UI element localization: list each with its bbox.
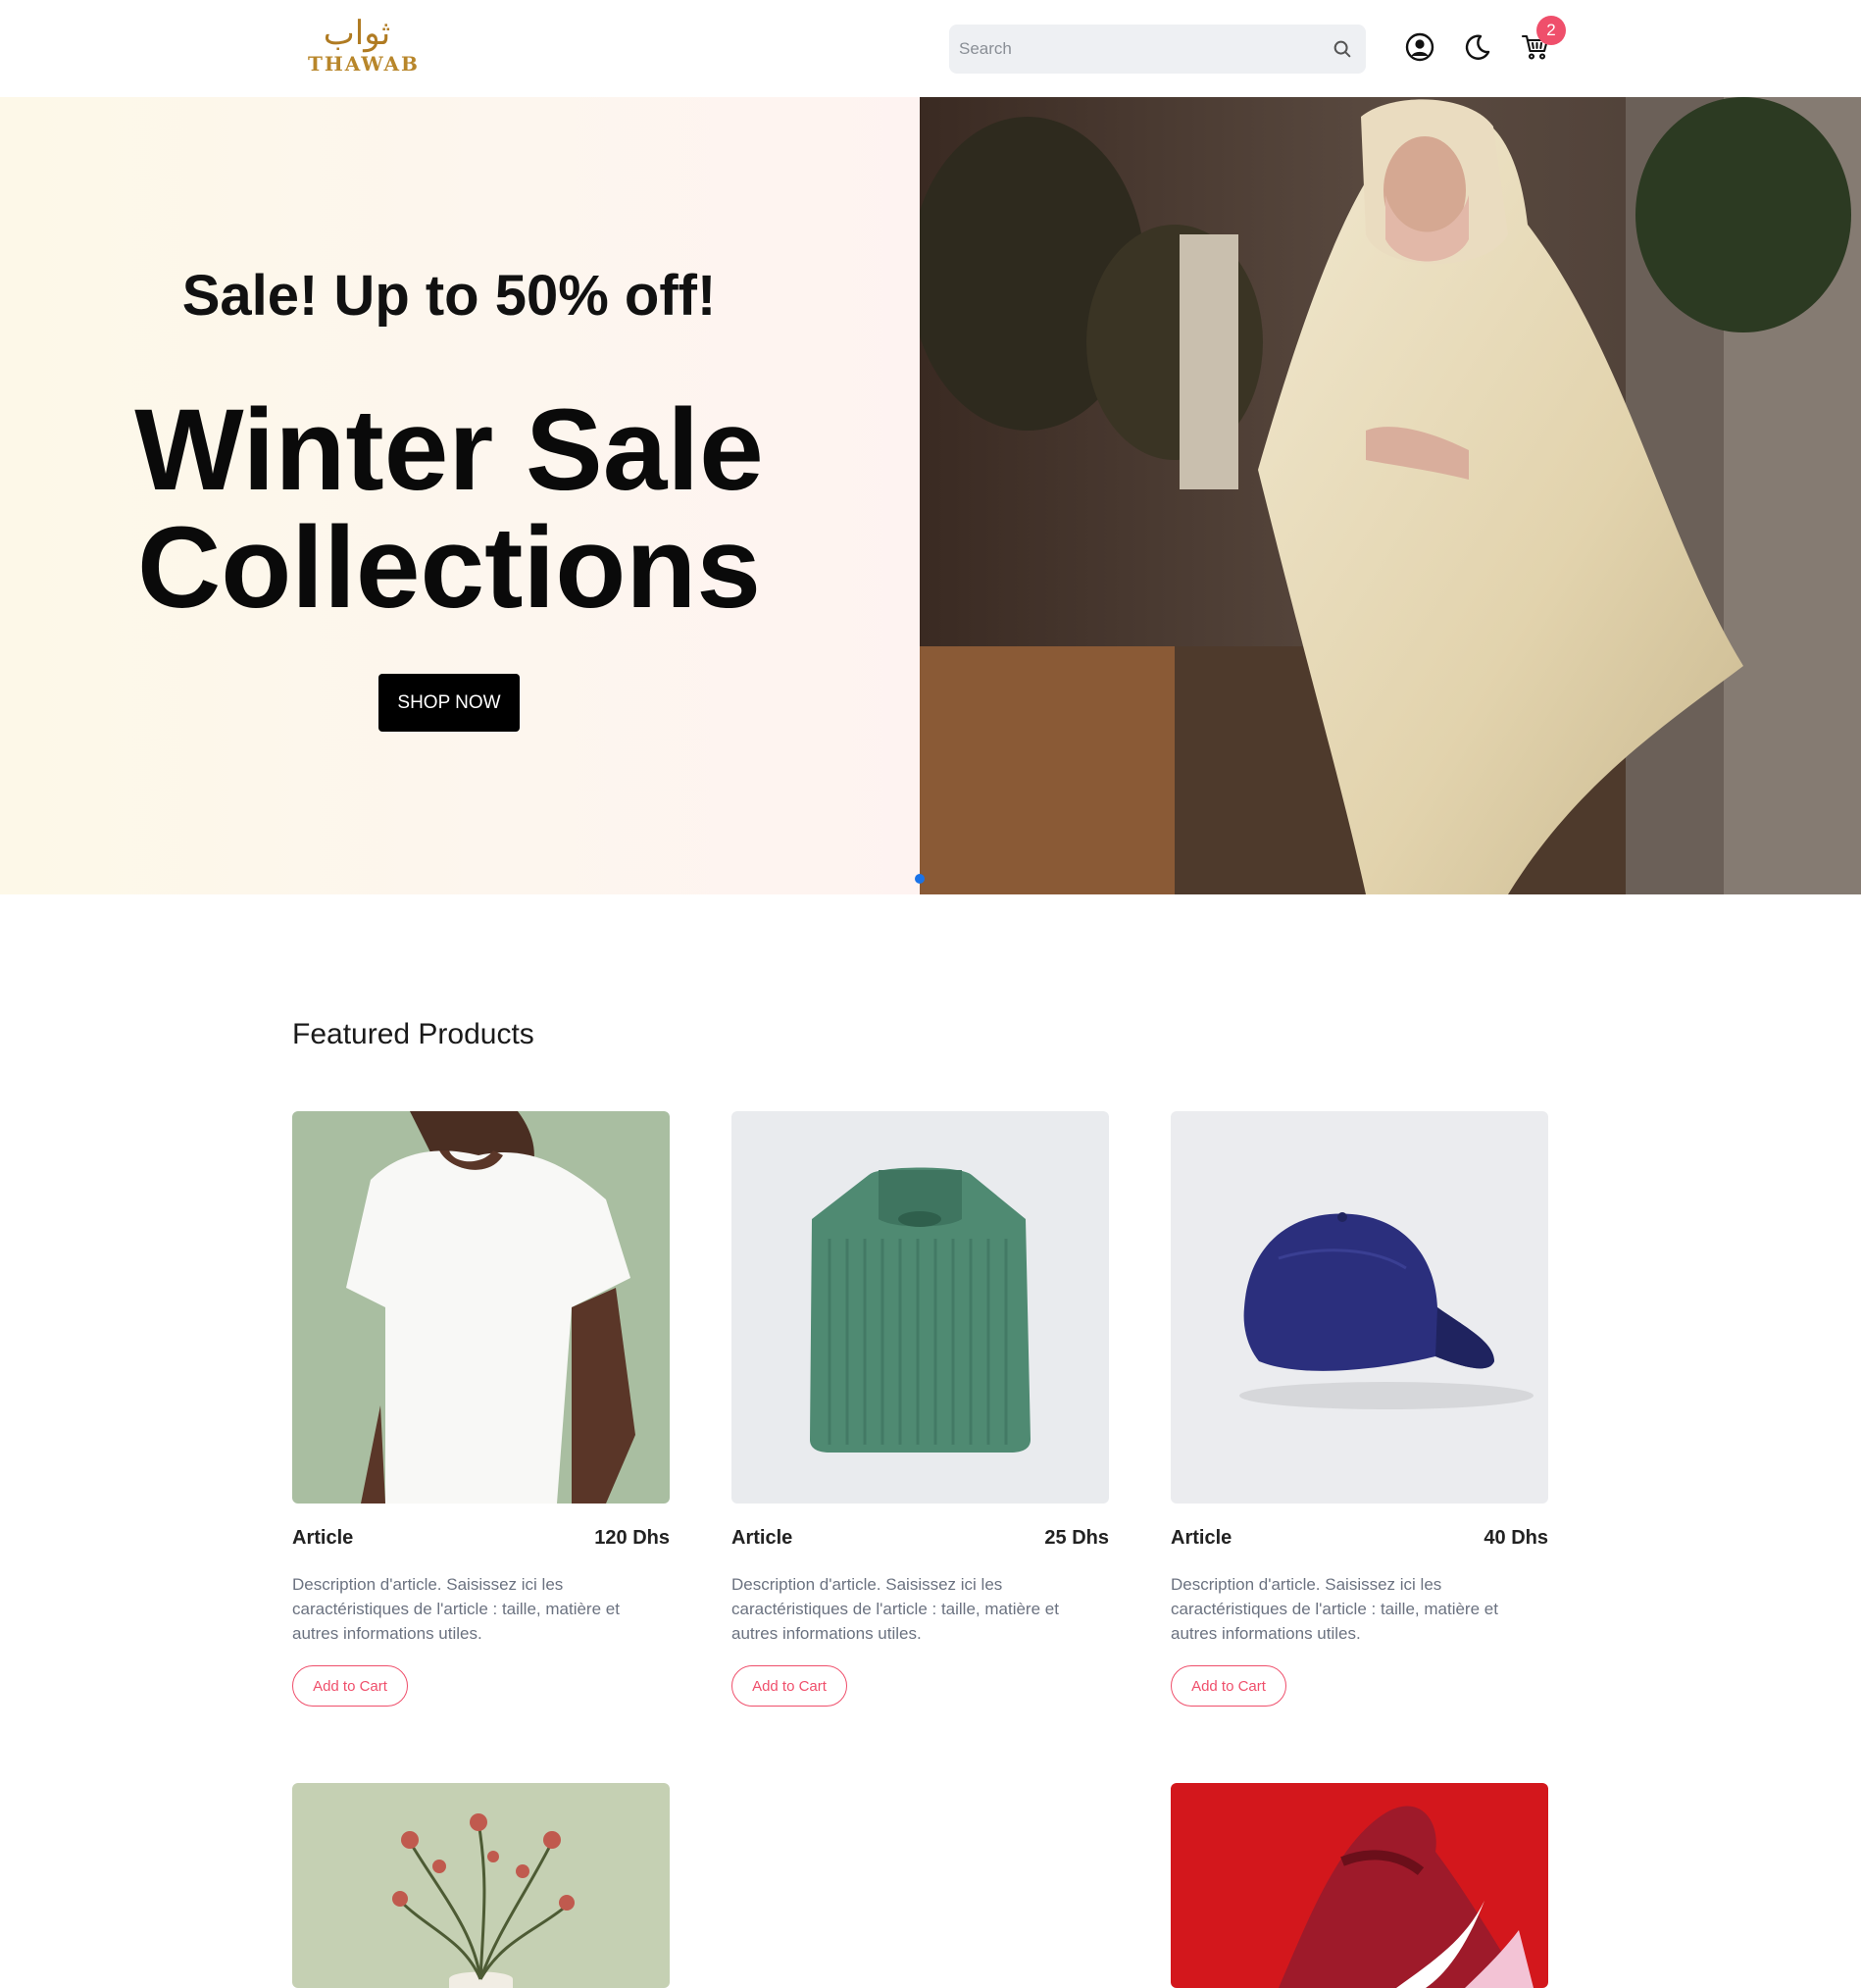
logo-arabic-text: ثواب xyxy=(323,14,391,53)
product-name: Article xyxy=(292,1527,354,1549)
dark-mode-toggle[interactable] xyxy=(1460,29,1495,65)
search-bar xyxy=(949,25,1366,74)
cart-count-badge: 2 xyxy=(1536,16,1566,45)
product-card[interactable]: Article 120 Dhs Description d'article. S… xyxy=(292,1111,670,1719)
shop-now-button[interactable]: SHOP NOW xyxy=(378,674,520,732)
hero-banner: Sale! Up to 50% off! Winter Sale Collect… xyxy=(0,97,1861,894)
moon-icon xyxy=(1465,34,1490,60)
product-name: Article xyxy=(1171,1527,1232,1549)
product-card[interactable] xyxy=(1171,1783,1548,1988)
add-to-cart-button[interactable]: Add to Cart xyxy=(292,1665,408,1707)
search-input[interactable] xyxy=(949,25,1312,74)
product-image[interactable] xyxy=(1171,1783,1548,1988)
search-icon xyxy=(1333,40,1351,58)
product-price: 40 Dhs xyxy=(1484,1527,1548,1549)
product-description: Description d'article. Saisissez ici les… xyxy=(1171,1575,1498,1643)
user-icon xyxy=(1405,32,1434,62)
logo-brand-text: THAWAB xyxy=(308,52,420,76)
product-image[interactable] xyxy=(292,1111,670,1504)
site-header: ثواب THAWAB 2 xyxy=(0,0,1861,97)
hero-title: Winter Sale Collections xyxy=(0,391,898,627)
hero-title-line-2: Collections xyxy=(137,503,761,633)
hero-text-panel: Sale! Up to 50% off! Winter Sale Collect… xyxy=(0,97,920,894)
product-image[interactable] xyxy=(731,1111,1109,1504)
product-image[interactable] xyxy=(1171,1111,1548,1504)
product-card[interactable]: Article 40 Dhs Description d'article. Sa… xyxy=(1171,1111,1548,1719)
hero-title-line-1: Winter Sale xyxy=(134,385,764,515)
add-to-cart-button[interactable]: Add to Cart xyxy=(731,1665,847,1707)
product-price: 120 Dhs xyxy=(594,1527,670,1549)
add-to-cart-button[interactable]: Add to Cart xyxy=(1171,1665,1286,1707)
carousel-indicator-dot[interactable] xyxy=(915,874,925,884)
hero-subtitle: Sale! Up to 50% off! xyxy=(181,264,717,328)
product-card[interactable] xyxy=(292,1783,670,1988)
account-button[interactable] xyxy=(1402,29,1437,65)
hero-image xyxy=(920,97,1861,894)
product-card[interactable]: Article 25 Dhs Description d'article. Sa… xyxy=(731,1111,1109,1719)
search-button[interactable] xyxy=(1327,33,1358,65)
product-name: Article xyxy=(731,1527,793,1549)
product-description: Description d'article. Saisissez ici les… xyxy=(731,1575,1059,1643)
product-price: 25 Dhs xyxy=(1044,1527,1109,1549)
logo[interactable]: ثواب THAWAB xyxy=(308,14,420,82)
featured-products-title: Featured Products xyxy=(292,1018,534,1050)
product-image[interactable] xyxy=(292,1783,670,1988)
product-description: Description d'article. Saisissez ici les… xyxy=(292,1575,620,1643)
